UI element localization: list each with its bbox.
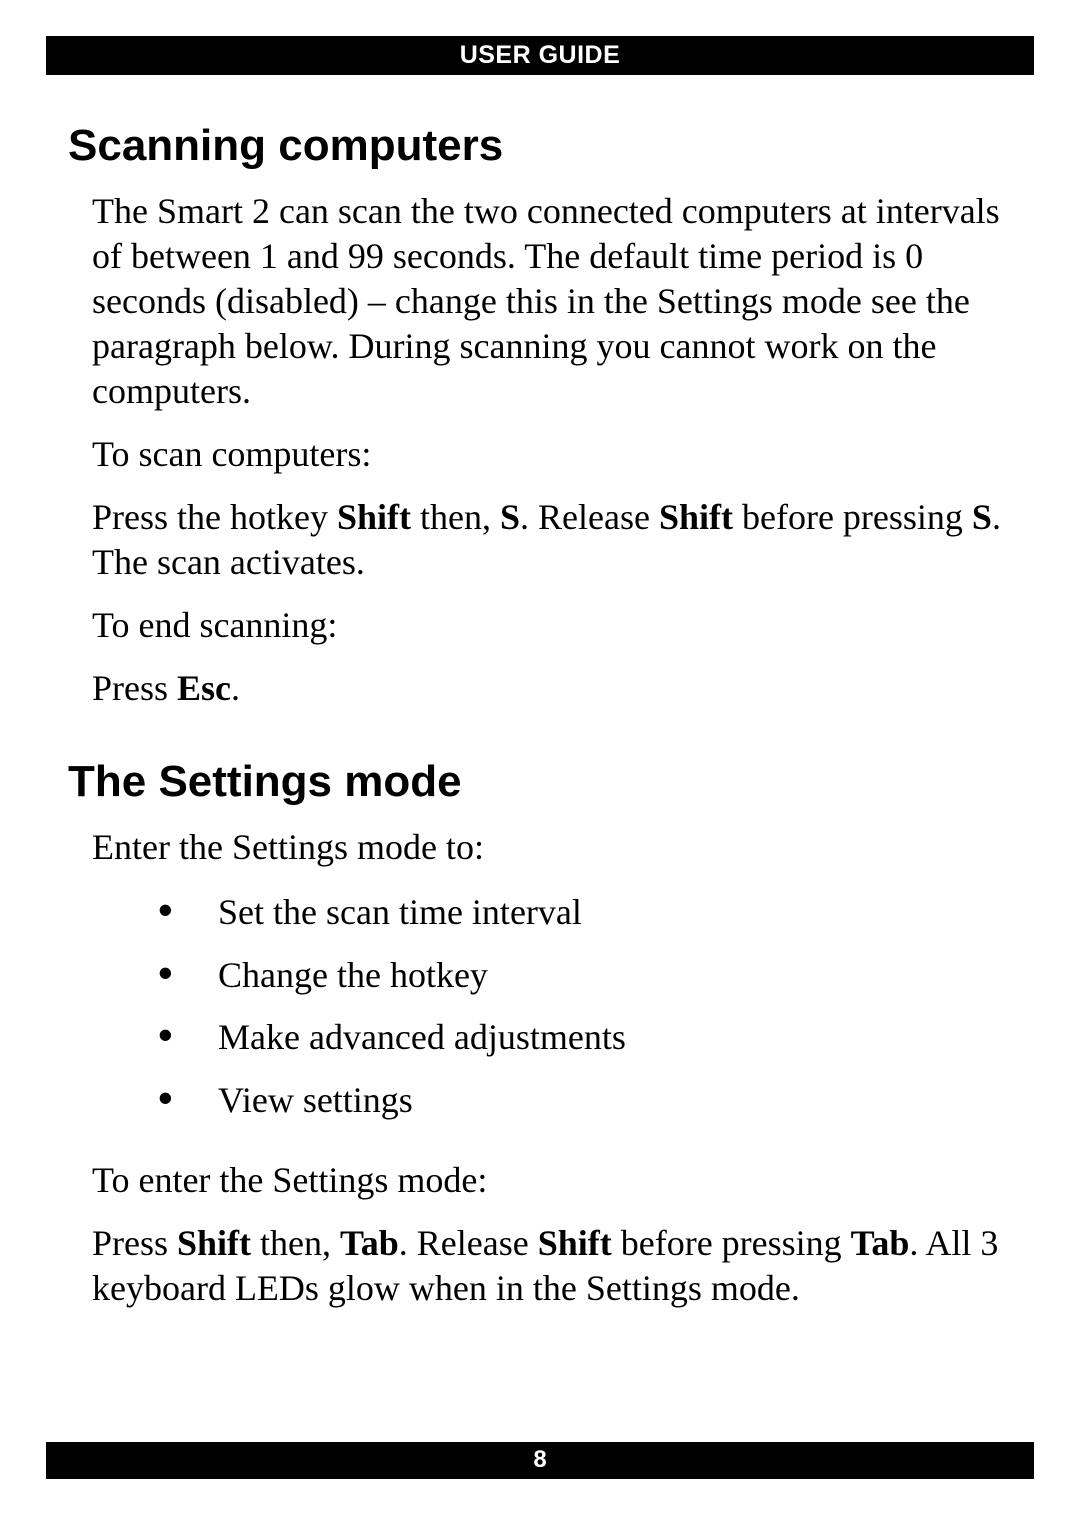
settings-intro-paragraph: Enter the Settings mode to: (92, 825, 1012, 870)
scanning-hotkey-instruction: Press the hotkey Shift then, S. Release … (92, 495, 1012, 585)
list-item: Change the hotkey (158, 951, 1012, 1000)
content-area: Scanning computers The Smart 2 can scan … (46, 121, 1034, 1311)
list-item: Make advanced adjustments (158, 1013, 1012, 1062)
text: before pressing (733, 497, 972, 537)
list-item: Set the scan time interval (158, 888, 1012, 937)
text: . Release (399, 1223, 538, 1263)
scanning-to-scan-label: To scan computers: (92, 432, 1012, 477)
key-shift: Shift (177, 1223, 251, 1263)
settings-bullet-list: Set the scan time interval Change the ho… (118, 888, 1012, 1124)
key-esc: Esc (177, 668, 231, 708)
footer-bar: 8 (46, 1442, 1034, 1479)
heading-settings-mode: The Settings mode (68, 757, 1012, 807)
key-tab: Tab (340, 1223, 399, 1263)
key-shift: Shift (659, 497, 733, 537)
key-shift: Shift (337, 497, 411, 537)
document-page: USER GUIDE Scanning computers The Smart … (0, 0, 1080, 1525)
heading-scanning-computers: Scanning computers (68, 121, 1012, 171)
text: . (231, 668, 240, 708)
text: . Release (520, 497, 659, 537)
key-s: S (500, 497, 520, 537)
header-title: USER GUIDE (460, 41, 621, 69)
text: Press (92, 668, 177, 708)
settings-to-enter-label: To enter the Settings mode: (92, 1158, 1012, 1203)
text: Press the hotkey (92, 497, 337, 537)
list-item: View settings (158, 1076, 1012, 1125)
text: then, (411, 497, 500, 537)
page-number: 8 (533, 1446, 546, 1473)
text: then, (251, 1223, 340, 1263)
scanning-to-end-label: To end scanning: (92, 603, 1012, 648)
settings-hotkey-instruction: Press Shift then, Tab. Release Shift bef… (92, 1221, 1012, 1311)
header-bar: USER GUIDE (46, 36, 1034, 75)
text: before pressing (612, 1223, 851, 1263)
key-s: S (972, 497, 992, 537)
scanning-intro-paragraph: The Smart 2 can scan the two connected c… (92, 189, 1012, 414)
key-shift: Shift (538, 1223, 612, 1263)
key-tab: Tab (851, 1223, 910, 1263)
scanning-end-instruction: Press Esc. (92, 666, 1012, 711)
text: Press (92, 1223, 177, 1263)
